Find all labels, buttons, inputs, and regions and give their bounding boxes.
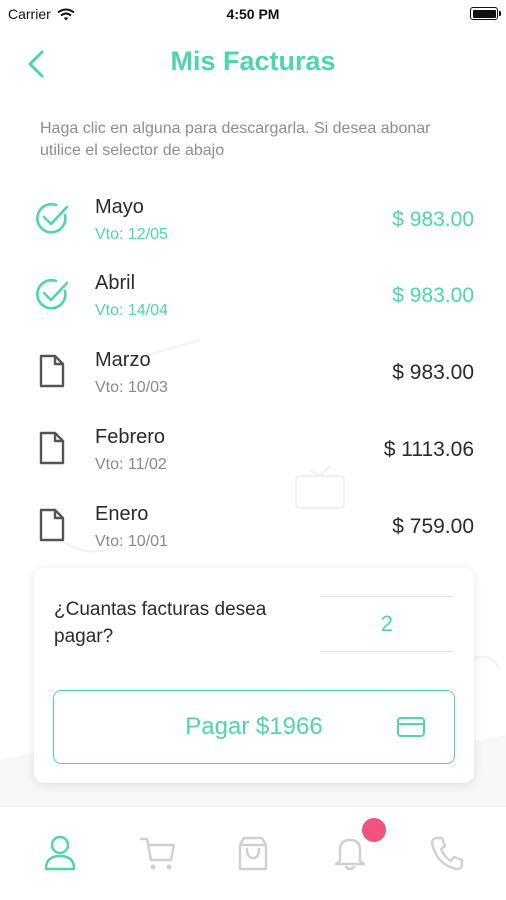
phone-icon: [430, 836, 464, 871]
invoice-month: Mayo: [95, 196, 144, 218]
user-icon: [44, 835, 76, 871]
invoice-due-date: Vto: 10/01: [95, 533, 168, 550]
status-time: 4:50 PM: [226, 6, 280, 22]
tab-bar: [0, 806, 506, 900]
invoice-row[interactable]: Mayo Vto: 12/05 $ 983.00: [0, 190, 506, 256]
invoice-due-date: Vto: 14/04: [95, 302, 168, 319]
invoice-month: Febrero: [95, 426, 166, 448]
shopping-bag-icon: [238, 836, 268, 871]
payment-card: ¿Cuantas facturas desea pagar? 2 Pagar $…: [34, 568, 474, 783]
invoice-row[interactable]: Febrero Vto: 11/02 $ 1113.06: [0, 420, 506, 486]
page-title: Mis Facturas: [170, 46, 336, 76]
check-circle-icon: [36, 278, 69, 310]
status-bar: Carrier 4:50 PM: [0, 0, 506, 28]
invoice-due-date: Vto: 11/02: [95, 456, 167, 473]
invoice-count-value: 2: [380, 611, 394, 636]
battery-icon: [470, 7, 501, 20]
invoice-amount: $ 983.00: [392, 208, 474, 231]
invoice-due-date: Vto: 10/03: [95, 379, 168, 396]
tab-contact[interactable]: [424, 831, 468, 875]
instructions-text: Haga clic en alguna para descargarla. Si…: [40, 120, 431, 159]
document-icon: [39, 508, 65, 542]
payment-question: ¿Cuantas facturas desea pagar?: [54, 599, 267, 647]
check-circle-icon: [36, 202, 69, 234]
invoice-count-selector[interactable]: 2: [320, 596, 454, 652]
notification-badge: [362, 818, 386, 842]
cart-icon: [139, 837, 176, 870]
tab-shop[interactable]: [231, 831, 275, 875]
invoice-amount: $ 983.00: [392, 361, 474, 384]
document-icon: [39, 431, 65, 465]
invoice-amount: $ 983.00: [392, 284, 474, 307]
invoice-month: Abril: [95, 272, 136, 294]
invoice-row[interactable]: Enero Vto: 10/01 $ 759.00: [0, 497, 506, 563]
invoice-row[interactable]: Marzo Vto: 10/03 $ 983.00: [0, 343, 506, 409]
nav-bar: Mis Facturas: [0, 40, 506, 88]
invoice-amount: $ 1113.06: [383, 438, 474, 461]
credit-card-icon: [397, 717, 425, 737]
pay-button-label: Pagar $1966: [185, 713, 323, 740]
invoice-month: Marzo: [95, 349, 151, 371]
tab-profile[interactable]: [38, 831, 82, 875]
invoice-amount: $ 759.00: [392, 515, 474, 538]
invoice-month: Enero: [95, 503, 149, 525]
tab-cart[interactable]: [136, 831, 180, 875]
invoice-row[interactable]: Abril Vto: 14/04 $ 983.00: [0, 266, 506, 332]
invoice-due-date: Vto: 12/05: [95, 226, 168, 243]
pay-button[interactable]: Pagar $1966: [53, 690, 455, 764]
document-icon: [39, 354, 65, 388]
bell-icon: [334, 838, 366, 871]
screen: Carrier 4:50 PM Mis Facturas Haga clic e…: [0, 0, 506, 900]
